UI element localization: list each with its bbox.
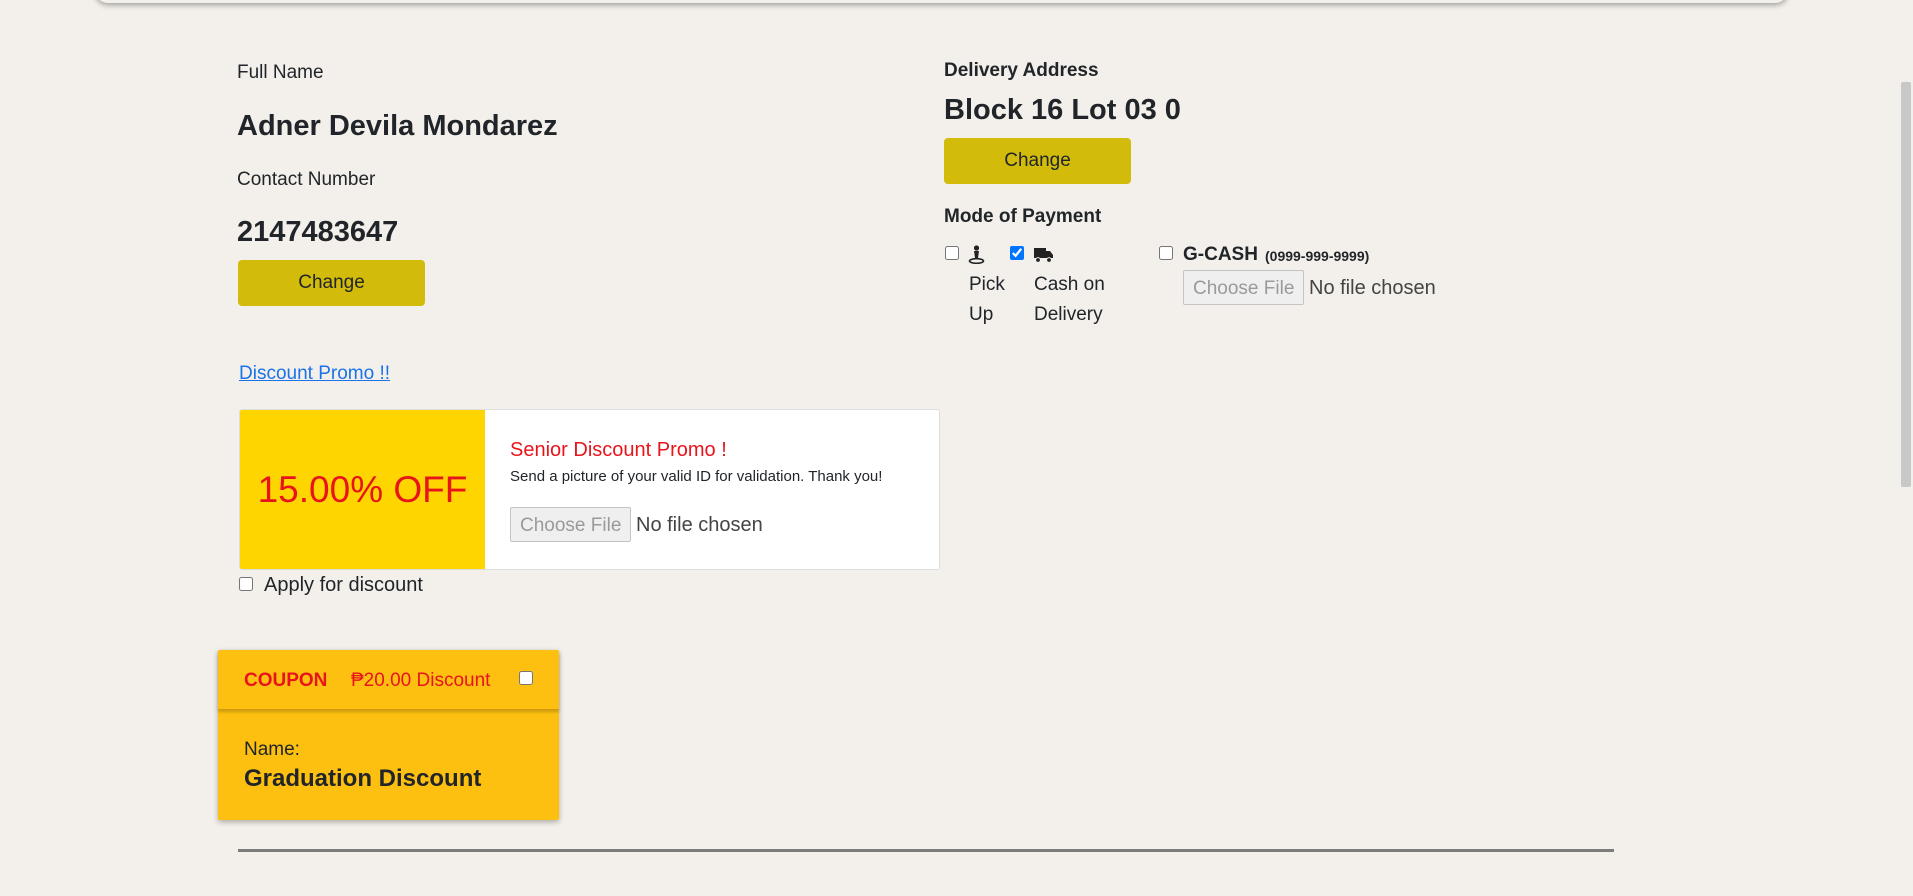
coupon-name-label: Name: bbox=[244, 739, 300, 760]
delivery-address-label: Delivery Address bbox=[944, 60, 1099, 81]
cod-label-line1: Cash on bbox=[1034, 274, 1105, 295]
promo-file-status: No file chosen bbox=[636, 514, 763, 536]
truck-icon bbox=[1034, 247, 1054, 267]
delivery-address-value: Block 16 Lot 03 0 bbox=[944, 94, 1181, 126]
top-navbar-edge bbox=[95, 0, 1788, 3]
coupon-header: COUPON ₱20.00 Discount bbox=[218, 650, 559, 710]
section-divider bbox=[238, 849, 1614, 852]
gcash-file-status: No file chosen bbox=[1309, 277, 1436, 299]
pickup-label-line2: Up bbox=[969, 304, 994, 325]
full-name-label: Full Name bbox=[237, 62, 324, 83]
coupon-tag: COUPON bbox=[244, 670, 328, 691]
change-contact-button[interactable]: Change bbox=[238, 260, 425, 306]
scrollbar-track[interactable] bbox=[1900, 0, 1913, 896]
pickup-checkbox[interactable] bbox=[945, 246, 959, 260]
cod-label-line2: Delivery bbox=[1034, 304, 1103, 325]
scrollbar-thumb[interactable] bbox=[1901, 82, 1911, 487]
promo-percent: 15.00% OFF bbox=[257, 468, 468, 510]
promo-choose-file-button[interactable]: Choose File bbox=[510, 507, 632, 542]
cash-on-delivery-checkbox[interactable] bbox=[1010, 246, 1024, 260]
gcash-label: G-CASH bbox=[1183, 244, 1258, 265]
coupon-card[interactable]: COUPON ₱20.00 Discount Name: Graduation … bbox=[218, 650, 559, 820]
coupon-amount: ₱20.00 Discount bbox=[351, 670, 491, 691]
coupon-name: Graduation Discount bbox=[244, 765, 482, 792]
contact-number-value: 2147483647 bbox=[237, 216, 399, 248]
gcash-checkbox[interactable] bbox=[1159, 246, 1173, 260]
senior-discount-card: 15.00% OFF Senior Discount Promo ! Send … bbox=[239, 409, 940, 570]
contact-number-label: Contact Number bbox=[237, 169, 376, 190]
change-address-button[interactable]: Change bbox=[944, 138, 1131, 184]
gcash-number: (0999-999-9999) bbox=[1265, 248, 1370, 264]
promo-description: Send a picture of your valid ID for vali… bbox=[510, 468, 883, 485]
person-pickup-icon bbox=[968, 245, 985, 268]
apply-discount-label: Apply for discount bbox=[264, 574, 423, 596]
coupon-checkbox[interactable] bbox=[519, 671, 533, 685]
discount-promo-link[interactable]: Discount Promo !! bbox=[239, 363, 390, 385]
pickup-label-line1: Pick bbox=[969, 274, 1005, 295]
promo-percent-panel: 15.00% OFF bbox=[240, 410, 485, 569]
apply-discount-checkbox[interactable] bbox=[239, 577, 253, 591]
payment-mode-label: Mode of Payment bbox=[944, 206, 1102, 227]
promo-title: Senior Discount Promo ! bbox=[510, 439, 727, 461]
full-name-value: Adner Devila Mondarez bbox=[237, 110, 558, 142]
gcash-choose-file-button[interactable]: Choose File bbox=[1183, 270, 1305, 305]
